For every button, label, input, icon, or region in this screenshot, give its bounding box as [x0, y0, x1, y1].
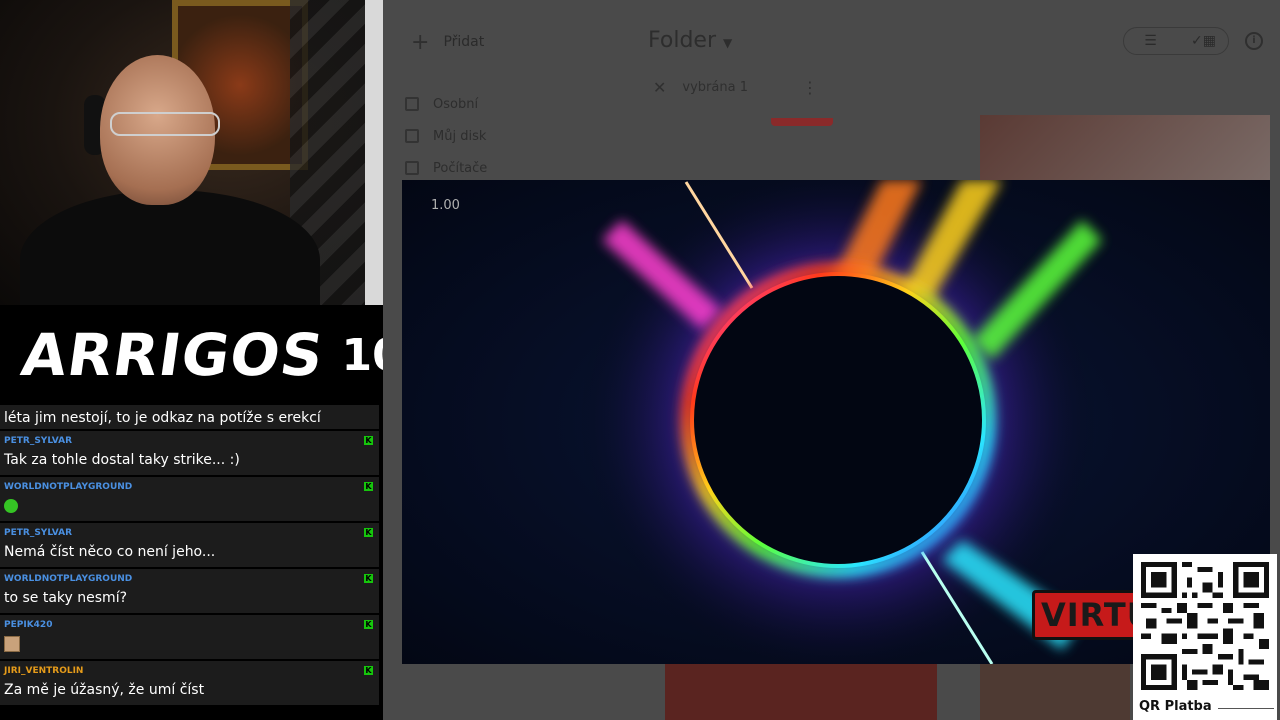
file-thumbnail[interactable]	[665, 664, 937, 720]
qr-code-icon	[1141, 562, 1269, 690]
chat-message: PEPIK420 K	[0, 615, 379, 661]
brand-name: ARRIGOS	[17, 321, 329, 389]
qr-label: QR Platba	[1139, 699, 1212, 714]
chat-message: WORLDNOTPLAYGROUND to se taky nesmí? K	[0, 569, 379, 615]
chat-text	[4, 632, 375, 656]
streamer-body	[20, 190, 320, 305]
chat-text: léta jim nestojí, to je odkaz na potíže …	[4, 410, 321, 426]
chat-text: Nemá číst něco co není jeho...	[4, 544, 216, 560]
nav-label: Osobní	[433, 96, 479, 112]
more-icon[interactable]: ⋮	[802, 78, 818, 97]
chat-username: PETR_SYLVAR	[4, 528, 73, 538]
chat-username: PETR_SYLVAR	[4, 436, 73, 446]
wall-strip	[365, 0, 383, 305]
chat-username: JIRI_VENTROLIN	[4, 666, 84, 676]
chat-username: WORLDNOTPLAYGROUND	[4, 482, 133, 492]
kick-badge-icon: K	[364, 528, 373, 537]
plus-icon: +	[411, 29, 430, 55]
nav-item-muj-disk[interactable]: Můj disk	[405, 120, 487, 152]
drive-nav: Osobní Můj disk Počítače	[405, 88, 487, 184]
kick-badge-icon: K	[364, 482, 373, 491]
playback-speed[interactable]: 1.00	[431, 198, 460, 213]
nav-label: Můj disk	[433, 128, 487, 144]
chat-username: WORLDNOTPLAYGROUND	[4, 574, 133, 584]
kick-badge-icon: K	[364, 666, 373, 675]
add-label: Přidat	[443, 34, 485, 50]
chat-message: JIRI_VENTROLIN Za mě je úžasný, že umí č…	[0, 661, 379, 707]
stream-frame: ARRIGOS 104 léta jim nestojí, to je odka…	[0, 0, 1280, 720]
file-thumbnail[interactable]	[980, 115, 1270, 180]
chat-text: Tak za tohle dostal taky strike... :)	[4, 452, 240, 468]
kick-badge-icon: K	[364, 436, 373, 445]
selection-text: vybrána 1	[682, 80, 748, 95]
kick-badge-icon: K	[364, 574, 373, 583]
list-view-icon[interactable]: ☰	[1124, 28, 1177, 54]
grid-view-icon[interactable]: ✓▦	[1177, 28, 1230, 54]
folder-title[interactable]: Folder ▼	[648, 28, 732, 53]
file-thumbnail[interactable]	[980, 664, 1130, 720]
folder-title-text: Folder	[648, 28, 716, 53]
channel-brand: ARRIGOS 104	[0, 305, 433, 405]
red-indicator	[771, 118, 833, 126]
chat-panel: léta jim nestojí, to je odkaz na potíže …	[0, 405, 383, 720]
chat-text	[4, 494, 375, 518]
chat-message: PETR_SYLVAR Nemá číst něco co není jeho.…	[0, 523, 379, 569]
drive-icon	[405, 129, 419, 143]
chat-message: WORLDNOTPLAYGROUND K	[0, 477, 379, 523]
webcam-feed	[0, 0, 383, 305]
close-icon[interactable]: ✕	[653, 78, 666, 97]
qr-payment: QR Platba	[1133, 554, 1277, 720]
face-emote-icon	[4, 636, 20, 652]
info-icon[interactable]: i	[1245, 32, 1263, 50]
nav-label: Počítače	[433, 160, 488, 176]
kick-badge-icon: K	[364, 620, 373, 629]
computer-icon	[405, 161, 419, 175]
chat-message: PETR_SYLVAR Tak za tohle dostal taky str…	[0, 431, 379, 477]
home-icon	[405, 97, 419, 111]
green-emote-icon	[4, 499, 18, 513]
chat-message: léta jim nestojí, to je odkaz na potíže …	[0, 405, 379, 431]
glasses	[110, 112, 220, 136]
view-toggle[interactable]: ☰ ✓▦	[1123, 27, 1229, 55]
chat-text: to se taky nesmí?	[4, 590, 128, 606]
chat-username: PEPIK420	[4, 620, 53, 630]
chat-text: Za mě je úžasný, že umí číst	[4, 682, 205, 698]
divider	[1218, 708, 1274, 709]
add-button[interactable]: + Přidat	[401, 22, 501, 62]
selection-bar: ✕ vybrána 1 ⋮	[653, 78, 818, 97]
caret-down-icon: ▼	[723, 36, 733, 50]
nav-item-osobni[interactable]: Osobní	[405, 88, 487, 120]
